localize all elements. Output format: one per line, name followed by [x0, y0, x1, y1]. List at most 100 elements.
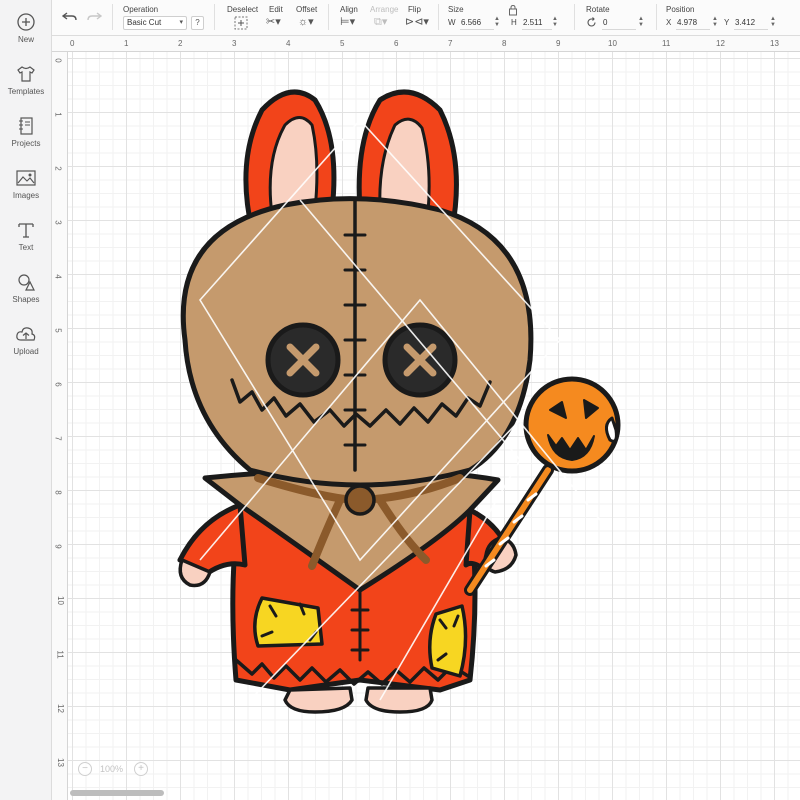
- ruler-tick-label: 1: [53, 112, 63, 117]
- redo-icon[interactable]: [86, 10, 102, 24]
- rotate-label: Rotate: [586, 5, 610, 14]
- sidebar-item-label: Shapes: [12, 295, 40, 304]
- size-width-input[interactable]: 6.566: [460, 16, 494, 30]
- ruler-tick-label: 5: [340, 39, 345, 48]
- offset-sun-icon[interactable]: ☼▾: [298, 15, 314, 29]
- size-height-stepper[interactable]: ▲ ▼: [552, 16, 558, 28]
- ruler-left: 0 1 2 3 4 5 6 7 8 9 10 11 12 13: [52, 52, 68, 800]
- zoom-level: 100%: [100, 764, 124, 774]
- chevron-down-icon: ▾: [179, 19, 183, 26]
- offset-label: Offset: [296, 5, 318, 14]
- operation-label: Operation: [123, 5, 159, 14]
- size-label: Size: [448, 5, 464, 14]
- sidebar-item-templates[interactable]: Templates: [0, 64, 52, 114]
- sidebar-item-new[interactable]: New: [0, 12, 52, 62]
- sidebar-item-label: Templates: [7, 87, 45, 96]
- size-height-input[interactable]: 2.511: [522, 16, 552, 30]
- sidebar-item-shapes[interactable]: Shapes: [0, 272, 52, 322]
- ruler-tick-label: 4: [53, 274, 63, 279]
- ruler-tick-label: 10: [55, 596, 65, 605]
- ruler-tick-label: 3: [232, 39, 237, 48]
- ruler-tick-label: 1: [124, 39, 129, 48]
- left-sidebar: New Templates Projects Images Text Shape…: [0, 0, 52, 800]
- ruler-tick-label: 8: [53, 490, 63, 495]
- edit-label: Edit: [269, 5, 283, 14]
- ruler-tick-label: 6: [53, 382, 63, 387]
- rotate-stepper[interactable]: ▲ ▼: [638, 16, 644, 28]
- toolbar-divider: [328, 4, 329, 30]
- sidebar-item-label: Projects: [11, 139, 41, 148]
- toolbar-divider: [438, 4, 439, 30]
- ruler-tick-label: 0: [70, 39, 75, 48]
- edit-scissors-icon[interactable]: ✂▾: [266, 15, 281, 29]
- size-w-letter: W: [448, 18, 456, 27]
- ruler-tick-label: 5: [53, 328, 63, 333]
- flip-icon[interactable]: ⊳⊲▾: [405, 15, 429, 29]
- design-canvas[interactable]: [68, 52, 800, 800]
- operation-select[interactable]: Basic Cut ▾: [123, 16, 187, 30]
- position-x-stepper[interactable]: ▲ ▼: [712, 16, 718, 28]
- arrange-icon[interactable]: ⧉▾: [374, 15, 387, 29]
- text-icon: [18, 223, 34, 238]
- pos-x-letter: X: [666, 18, 672, 27]
- sidebar-item-label: Images: [12, 191, 40, 200]
- ruler-tick-label: 12: [55, 704, 65, 713]
- position-x-input[interactable]: 4.978: [676, 16, 710, 30]
- position-y-stepper[interactable]: ▲ ▼: [770, 16, 776, 28]
- ruler-tick-label: 9: [556, 39, 561, 48]
- ruler-tick-label: 8: [502, 39, 507, 48]
- ruler-tick-label: 2: [178, 39, 183, 48]
- align-icon[interactable]: ⊨▾: [340, 15, 355, 29]
- pos-y-letter: Y: [724, 18, 730, 27]
- ruler-tick-label: 3: [53, 220, 63, 225]
- sidebar-item-upload[interactable]: Upload: [0, 324, 52, 374]
- ruler-tick-label: 4: [286, 39, 291, 48]
- ruler-tick-label: 11: [55, 650, 65, 659]
- left-foot: [283, 686, 354, 714]
- deselect-icon[interactable]: [234, 16, 248, 30]
- horizontal-scrollbar[interactable]: [70, 790, 164, 796]
- shirt-icon: [17, 66, 35, 82]
- zoom-in-button[interactable]: +: [134, 762, 148, 776]
- ruler-tick-label: 13: [55, 758, 65, 767]
- toolbar-divider: [574, 4, 575, 30]
- scarecrow-bunny-artwork[interactable]: [68, 52, 800, 800]
- size-width-stepper[interactable]: ▲ ▼: [494, 16, 500, 28]
- toolbar-divider: [656, 4, 657, 30]
- burlap-head: [180, 196, 534, 488]
- right-patch: [428, 604, 468, 678]
- image-icon: [16, 170, 36, 186]
- notebook-icon: [19, 117, 33, 135]
- operation-help-button[interactable]: ?: [191, 16, 204, 30]
- undo-icon[interactable]: [62, 10, 78, 24]
- ruler-tick-label: 6: [394, 39, 399, 48]
- toolbar-divider: [112, 4, 113, 30]
- cloud-upload-icon: [16, 327, 36, 341]
- deselect-label: Deselect: [227, 5, 259, 14]
- sidebar-item-text[interactable]: Text: [0, 220, 52, 270]
- ruler-tick-label: 13: [770, 39, 779, 48]
- position-y-input[interactable]: 3.412: [734, 16, 768, 30]
- right-foot: [364, 686, 434, 714]
- ruler-tick-label: 7: [53, 436, 63, 441]
- ruler-tick-label: 9: [53, 544, 63, 549]
- rotate-icon[interactable]: [586, 17, 597, 28]
- operation-value: Basic Cut: [127, 18, 162, 27]
- sidebar-item-label: New: [17, 35, 34, 44]
- align-label: Align: [340, 5, 358, 14]
- sidebar-item-label: Upload: [13, 347, 39, 356]
- lock-icon[interactable]: [508, 4, 518, 16]
- sidebar-item-projects[interactable]: Projects: [0, 116, 52, 166]
- arrange-label: Arrange: [370, 5, 399, 14]
- toolbar-divider: [214, 4, 215, 30]
- size-h-letter: H: [511, 18, 517, 27]
- sidebar-item-images[interactable]: Images: [0, 168, 52, 218]
- shapes-icon: [18, 274, 35, 291]
- position-label: Position: [666, 5, 695, 14]
- ruler-top: 0 1 2 3 4 5 6 7 8 9 10 11 12 13: [52, 36, 800, 52]
- ruler-tick-label: 11: [662, 39, 671, 48]
- top-toolbar: Operation Basic Cut ▾ ? Deselect Edit ✂▾…: [52, 0, 800, 36]
- rotate-input[interactable]: 0: [602, 16, 636, 30]
- zoom-control: − 100% +: [78, 760, 152, 780]
- zoom-out-button[interactable]: −: [78, 762, 92, 776]
